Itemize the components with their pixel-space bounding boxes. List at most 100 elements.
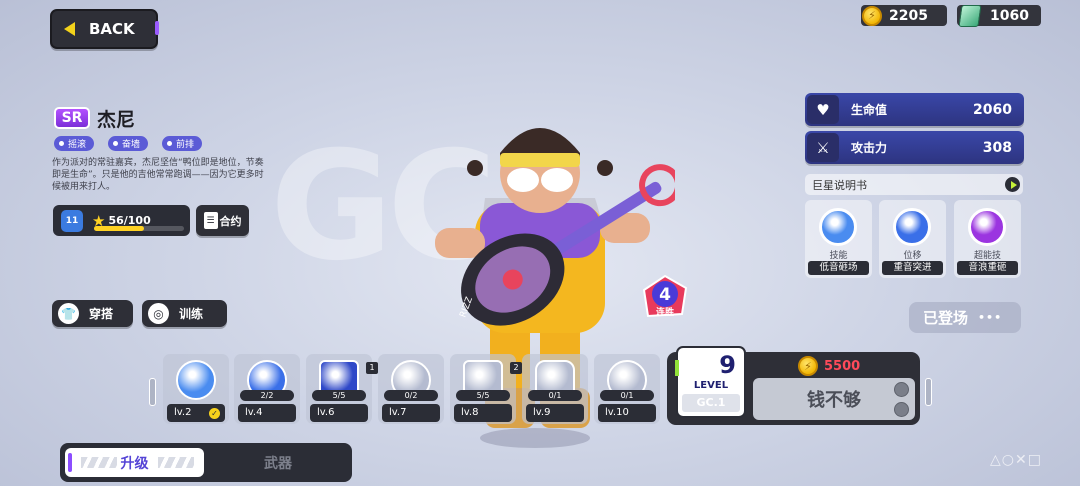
skill-kind: 超能技 [973, 251, 1001, 261]
stat-value: 2060 [973, 101, 1012, 118]
upgrade-node[interactable]: 0/1 lv.10 [594, 354, 660, 424]
skill-card[interactable]: 超能技 音浪重砸 [954, 200, 1021, 278]
node-progress: 0/1 [528, 390, 582, 401]
node-level: lv.6 [310, 404, 368, 422]
outfit-label: 穿搭 [89, 307, 114, 321]
coin-counter[interactable]: ⚡ 2205 [861, 5, 947, 26]
hero-name: 杰尼 [97, 109, 136, 131]
upgrade-cost: ⚡ 5500 [798, 356, 860, 376]
node-level: lv.8 [454, 404, 512, 422]
level-word: LEVEL [693, 380, 729, 391]
node-progress: 0/1 [600, 390, 654, 401]
training-button[interactable]: ◎ 训练 [142, 300, 227, 327]
back-label: BACK [89, 20, 135, 38]
level-card-logo: GC.1 [682, 394, 740, 412]
stat-value: 308 [982, 139, 1012, 156]
hero-level-box[interactable]: 11 ★ 56/100 [53, 205, 190, 236]
node-icon [176, 360, 216, 400]
stripe-decor [81, 457, 117, 468]
minus-icon [894, 402, 909, 417]
skill-kind: 位移 [903, 251, 922, 261]
heart-icon: ♥ [807, 95, 839, 124]
contract-icon: ☰ [203, 212, 218, 229]
node-badge: 2 [510, 362, 522, 374]
gem-icon [958, 4, 982, 27]
more-dots-icon: ••• [978, 311, 1003, 324]
track-left-edge [149, 378, 156, 406]
hero-description: 作为派对的常驻嘉宾，杰尼坚信“鸭位即是地位，节奏即是生命”。只是他的吉他常常跑调… [52, 158, 264, 192]
stat-hp: ♥ 生命值 2060 [805, 93, 1024, 126]
gem-amount: 1060 [990, 7, 1029, 24]
win-streak-badge: 4 连胜 [642, 274, 688, 318]
hero-tag: 摇滚 [54, 136, 95, 151]
node-level: lv.9 [526, 404, 584, 422]
debut-label: 已登场 [923, 309, 969, 327]
node-progress: 0/2 [384, 390, 438, 401]
stripe-decor [158, 457, 194, 468]
node-level: lv.4 [238, 404, 296, 422]
node-progress: 5/5 [312, 390, 366, 401]
skill-name: 音浪重砸 [957, 261, 1018, 275]
coin-icon: ⚡ [798, 356, 818, 376]
shirt-icon: 👕 [58, 303, 79, 324]
hero-tag: 奋墙 [108, 136, 149, 151]
training-icon: ◎ [148, 303, 169, 324]
hero-tag: 前排 [162, 136, 203, 151]
upgrade-node[interactable]: lv.2 ✓ [163, 354, 229, 424]
gem-counter[interactable]: 1060 [957, 4, 1041, 27]
skill-card[interactable]: 技能 低音砸场 [805, 200, 872, 278]
coin-icon: ⚡ [862, 5, 882, 26]
contract-button[interactable]: ☰ 合约 [196, 205, 249, 236]
node-progress: 5/5 [456, 390, 510, 401]
node-progress: 2/2 [240, 390, 294, 401]
level-number: 9 [719, 351, 736, 379]
skill-name: 低音砸场 [808, 261, 869, 275]
coin-amount: 2205 [889, 7, 928, 24]
rarity-badge: SR [54, 107, 90, 129]
corner-watermark-icon: △○✕□ [990, 452, 1042, 468]
node-badge: 1 [366, 362, 378, 374]
streak-label: 连胜 [656, 306, 674, 318]
upgrade-node[interactable]: 0/2 lv.7 [378, 354, 444, 424]
back-button[interactable]: BACK [50, 9, 159, 49]
track-right-edge [925, 378, 932, 406]
upgrade-node[interactable]: 2/2 lv.4 [234, 354, 300, 424]
minus-icon [894, 382, 909, 397]
tab-weapon[interactable]: 武器 [210, 448, 346, 477]
level-card: 9 LEVEL GC.1 [675, 346, 746, 418]
outfit-button[interactable]: 👕 穿搭 [52, 300, 133, 327]
check-icon: ✓ [209, 408, 220, 419]
upgrade-button[interactable]: 钱不够 [753, 378, 915, 420]
giant-book-label: 巨星说明书 [812, 178, 867, 192]
contract-label: 合约 [219, 214, 242, 228]
ultimate-icon [968, 208, 1006, 246]
skill-name: 重音突进 [882, 261, 943, 275]
back-tab-accent [155, 21, 159, 35]
level-icon: 11 [61, 209, 83, 232]
sword-icon: ⚔ [807, 133, 839, 162]
tab-upgrade-label: 升级 [120, 455, 149, 472]
stat-label: 攻击力 [851, 141, 888, 155]
upgrade-node[interactable]: 5/5 lv.6 1 [306, 354, 378, 424]
dash-icon [893, 208, 931, 246]
bottom-tab-bar: 升级 武器 [60, 443, 352, 482]
upgrade-button-label: 钱不够 [807, 390, 861, 411]
tab-weapon-label: 武器 [264, 455, 292, 472]
node-level: lv.10 [598, 404, 656, 422]
cost-value: 5500 [824, 358, 861, 374]
bass-icon [819, 208, 857, 246]
back-arrow-icon [64, 22, 75, 36]
xp-bar-fill [94, 226, 145, 231]
stat-attack: ⚔ 攻击力 308 [805, 131, 1024, 164]
tab-upgrade[interactable]: 升级 [65, 448, 204, 477]
node-level: lv.7 [382, 404, 440, 422]
level-card-tab [675, 360, 679, 376]
upgrade-node[interactable]: 5/5 lv.8 2 [450, 354, 522, 424]
giant-book-button[interactable]: 巨星说明书 [805, 174, 1023, 195]
stat-label: 生命值 [851, 103, 888, 117]
debut-button[interactable]: 已登场 ••• [909, 302, 1021, 333]
skill-card[interactable]: 位移 重音突进 [879, 200, 946, 278]
play-icon [1005, 177, 1020, 192]
streak-count: 4 [659, 285, 671, 305]
upgrade-node[interactable]: 0/1 lv.9 [522, 354, 588, 424]
